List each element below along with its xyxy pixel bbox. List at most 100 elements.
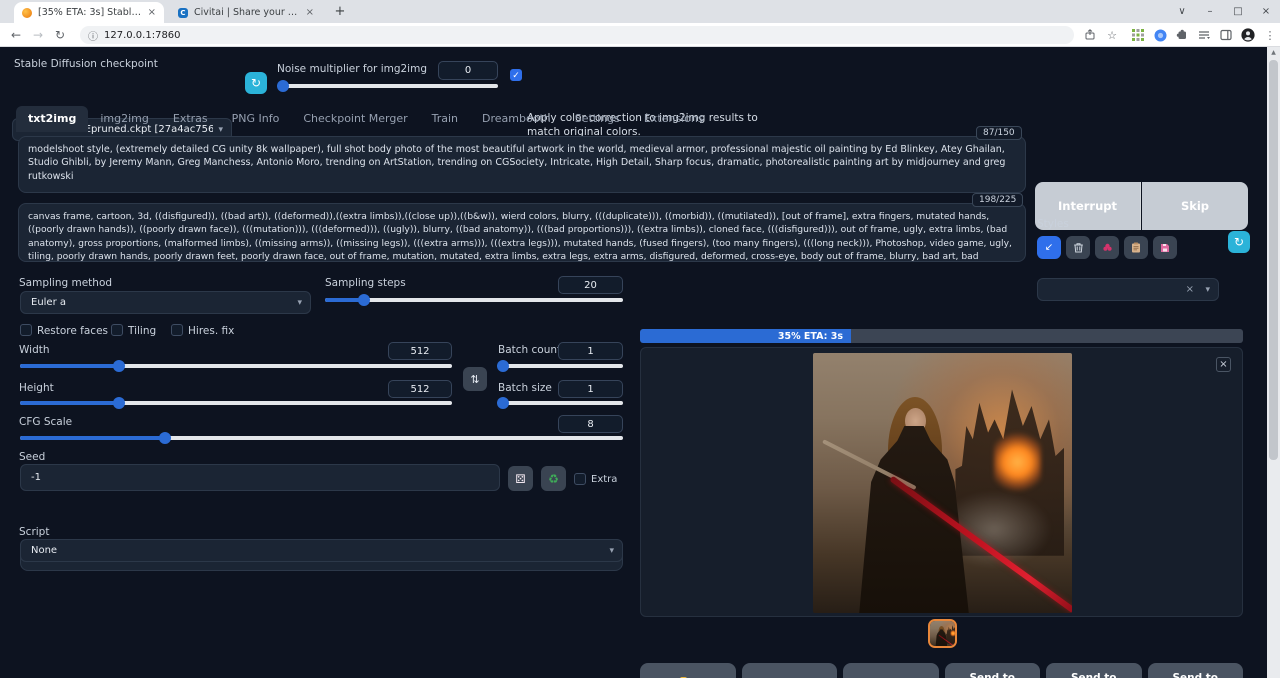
- noise-multiplier-value[interactable]: 0: [438, 61, 498, 80]
- sampling-method-value: Euler a: [31, 297, 66, 308]
- puzzle-extensions-icon[interactable]: [1174, 27, 1190, 43]
- slider-knob[interactable]: [358, 294, 370, 306]
- swap-dimensions-button[interactable]: ⇅: [463, 367, 487, 391]
- reuse-seed-button[interactable]: ♻: [541, 466, 566, 491]
- tab-close-icon[interactable]: ×: [148, 8, 156, 18]
- floppy-save-icon: [1160, 243, 1170, 253]
- sampling-steps-slider[interactable]: [325, 298, 623, 302]
- refresh-checkpoints-button[interactable]: ↻: [245, 72, 267, 94]
- negative-prompt-input[interactable]: canvas frame, cartoon, 3d, ((disfigured)…: [18, 203, 1026, 262]
- open-folder-button[interactable]: [640, 663, 736, 678]
- extra-seed-checkbox[interactable]: [574, 473, 586, 485]
- page-scrollbar[interactable]: ▲: [1267, 47, 1280, 678]
- browser-menu-icon[interactable]: ⋮: [1262, 27, 1278, 43]
- batch-size-slider[interactable]: [498, 401, 623, 405]
- tab-png-info[interactable]: PNG Info: [220, 106, 292, 132]
- slider-fill: [20, 401, 119, 405]
- random-seed-button[interactable]: ⚄: [508, 466, 533, 491]
- swap-icon: ⇅: [470, 373, 479, 386]
- url-text: 127.0.0.1:7860: [104, 30, 181, 41]
- clear-prompt-button[interactable]: [1066, 236, 1090, 259]
- window-restore-button[interactable]: □: [1224, 0, 1252, 23]
- clear-styles-icon[interactable]: ×: [1186, 284, 1194, 295]
- close-preview-button[interactable]: ×: [1216, 357, 1231, 372]
- slider-knob[interactable]: [277, 80, 289, 92]
- cfg-scale-value[interactable]: 8: [558, 415, 623, 433]
- extra-networks-icon: [1102, 242, 1113, 253]
- save-style-button[interactable]: [1153, 236, 1177, 259]
- slider-knob[interactable]: [497, 360, 509, 372]
- window-minimize-button[interactable]: –: [1196, 0, 1224, 23]
- height-value[interactable]: 512: [388, 380, 452, 398]
- slider-knob[interactable]: [113, 360, 125, 372]
- window-close-button[interactable]: ×: [1252, 0, 1280, 23]
- prompt-input[interactable]: modelshoot style, (extremely detailed CG…: [18, 136, 1026, 193]
- width-value[interactable]: 512: [388, 342, 452, 360]
- window-menu-icon[interactable]: ∨: [1168, 0, 1196, 23]
- prompt-token-counter: 87/150: [976, 126, 1022, 140]
- tab-extras[interactable]: Extras: [161, 106, 220, 132]
- width-slider[interactable]: [20, 364, 452, 368]
- script-dropdown[interactable]: None ▾: [20, 539, 623, 562]
- extra-networks-button[interactable]: [1095, 236, 1119, 259]
- stable-diffusion-webui: Stable Diffusion checkpoint SD15NewVAEpr…: [0, 47, 1267, 678]
- tiling-checkbox[interactable]: [111, 324, 123, 336]
- bookmark-star-icon[interactable]: ☆: [1104, 27, 1120, 43]
- slider-knob[interactable]: [497, 397, 509, 409]
- tab-img2img[interactable]: img2img: [88, 106, 161, 132]
- sampling-steps-value[interactable]: 20: [558, 276, 623, 294]
- skip-button[interactable]: Skip: [1142, 182, 1248, 230]
- forward-icon[interactable]: →: [28, 23, 48, 47]
- extension-grid-icon[interactable]: [1130, 27, 1146, 43]
- send-to-extras-button[interactable]: Send to extras: [1148, 663, 1244, 678]
- tab-dreambooth[interactable]: Dreambooth: [470, 106, 563, 132]
- height-slider[interactable]: [20, 401, 452, 405]
- live-preview-image[interactable]: [813, 353, 1072, 613]
- new-tab-button[interactable]: +: [332, 4, 348, 20]
- site-info-icon[interactable]: ⓘ: [88, 28, 98, 43]
- paste-arrow-icon: ↙: [1045, 242, 1053, 253]
- reload-icon[interactable]: ↻: [50, 23, 70, 47]
- blue-extension-icon[interactable]: [1152, 27, 1168, 43]
- tab-checkpoint-merger[interactable]: Checkpoint Merger: [291, 106, 419, 132]
- slider-knob[interactable]: [159, 432, 171, 444]
- cfg-scale-slider[interactable]: [20, 436, 623, 440]
- checkpoint-label: Stable Diffusion checkpoint: [14, 58, 158, 70]
- reading-list-icon[interactable]: [1196, 27, 1212, 43]
- tab-settings[interactable]: Settings: [563, 106, 632, 132]
- share-icon[interactable]: [1082, 27, 1098, 43]
- scrollbar-thumb[interactable]: [1269, 60, 1278, 460]
- address-bar[interactable]: ⓘ 127.0.0.1:7860: [80, 26, 1074, 44]
- sampling-method-dropdown[interactable]: Euler a ▾: [20, 291, 311, 314]
- restore-faces-checkbox[interactable]: [20, 324, 32, 336]
- batch-count-slider[interactable]: [498, 364, 623, 368]
- hires-fix-checkbox[interactable]: [171, 324, 183, 336]
- negative-prompt-token-counter: 198/225: [972, 193, 1023, 207]
- zip-button[interactable]: Zip: [843, 663, 939, 678]
- tab-txt2img[interactable]: txt2img: [16, 106, 88, 132]
- save-button[interactable]: Save: [742, 663, 838, 678]
- paste-generation-params-button[interactable]: ↙: [1037, 236, 1061, 259]
- refresh-styles-button[interactable]: ↻: [1228, 231, 1250, 253]
- batch-size-value[interactable]: 1: [558, 380, 623, 398]
- side-panel-icon[interactable]: [1218, 27, 1234, 43]
- slider-knob[interactable]: [113, 397, 125, 409]
- gallery-thumbnail[interactable]: [928, 619, 957, 648]
- tab-train[interactable]: Train: [420, 106, 470, 132]
- send-to-inpaint-button[interactable]: Send to inpaint: [1046, 663, 1142, 678]
- browser-tab-civitai[interactable]: C Civitai | Share your models ×: [170, 2, 322, 23]
- styles-dropdown[interactable]: × ▾: [1037, 278, 1219, 301]
- recycle-icon: ♻: [548, 472, 559, 486]
- noise-multiplier-slider[interactable]: [281, 84, 498, 88]
- scroll-up-icon[interactable]: ▲: [1267, 49, 1280, 56]
- back-icon[interactable]: ←: [6, 23, 26, 47]
- color-correction-checkbox[interactable]: ✓: [510, 69, 522, 81]
- tab-close-icon[interactable]: ×: [306, 8, 314, 18]
- apply-style-button[interactable]: [1124, 236, 1148, 259]
- tab-extensions[interactable]: Extensions: [632, 106, 716, 132]
- batch-count-value[interactable]: 1: [558, 342, 623, 360]
- browser-tab-stable-diffusion[interactable]: [35% ETA: 3s] Stable Diffusion ×: [14, 2, 164, 23]
- send-to-img2img-button[interactable]: Send to img2img: [945, 663, 1041, 678]
- profile-avatar[interactable]: [1240, 27, 1256, 43]
- seed-input[interactable]: [20, 464, 500, 491]
